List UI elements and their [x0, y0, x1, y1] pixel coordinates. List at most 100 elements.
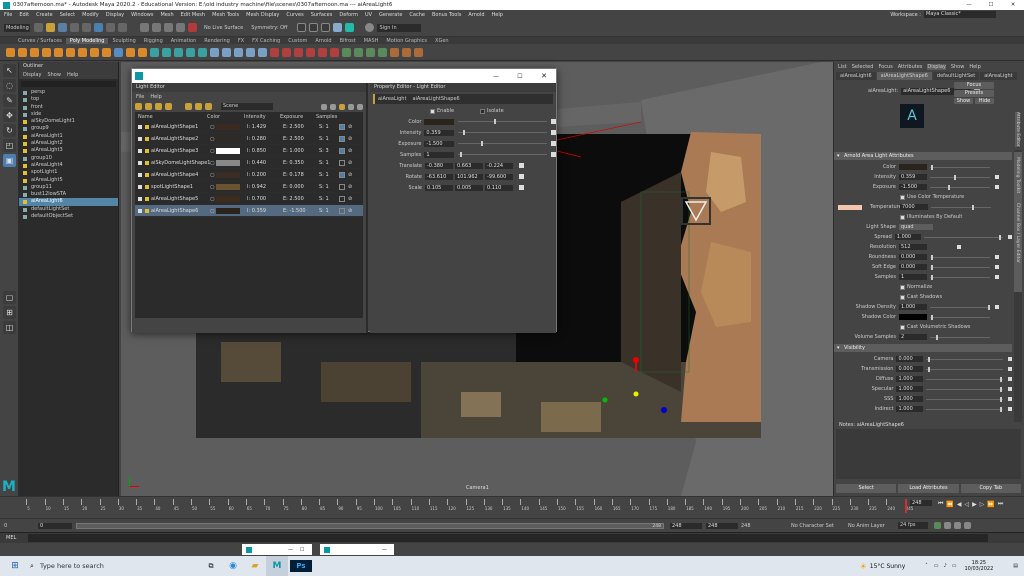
light-samples[interactable]: S: 1	[319, 136, 339, 142]
workspace-select[interactable]: Maya Classic*	[924, 11, 996, 18]
ae-volume-samples-slider[interactable]	[930, 334, 990, 340]
time-slider[interactable]: M 5 10 15 20 25 30 35 40 45 50 55 60 65 70 75 80 85 90 95 1…	[0, 479, 1024, 518]
ae-tab[interactable]: aiAreaLight6	[836, 71, 876, 80]
last-tool-icon[interactable]: ▣	[3, 154, 16, 167]
redo-icon[interactable]	[82, 23, 91, 32]
weather-text[interactable]: 15°C Sunny	[870, 563, 906, 570]
separate-icon[interactable]	[162, 47, 171, 57]
outliner-item[interactable]: bust12lowSTA	[19, 191, 118, 198]
connect-icon[interactable]	[294, 47, 303, 57]
menu-arnold[interactable]: Arnold	[468, 12, 484, 18]
ae-tab[interactable]: aiAreaLight	[980, 71, 1017, 80]
ae-section-area-light[interactable]: Arnold Area Light Attributes ▾	[834, 152, 1012, 160]
menu-display[interactable]: Display	[106, 12, 124, 18]
create-spot-light-icon[interactable]	[145, 103, 152, 110]
outliner-menu-display[interactable]: Display	[23, 72, 41, 78]
ae-camera-field[interactable]: 0.000	[896, 356, 924, 362]
step-forward-icon[interactable]: ▷	[980, 501, 985, 508]
ae-intensity-slider[interactable]	[930, 174, 990, 180]
light-row[interactable]: aiAreaLightShape3 ◯ I: 0.850 E: 1.000 S: 3 ⊘	[135, 145, 363, 157]
pe-rotate-x-field[interactable]: -63.610	[425, 173, 453, 180]
create-point-light-icon[interactable]	[155, 103, 162, 110]
ae-menu-list[interactable]: List	[838, 64, 847, 70]
rotate-tool-icon[interactable]: ↻	[3, 124, 16, 137]
outliner-item[interactable]: aiAreaLight2	[19, 140, 118, 147]
ae-diffuse-field[interactable]: 1.000	[896, 376, 924, 382]
wedge-icon[interactable]	[366, 47, 375, 57]
side-tab[interactable]: Attribute Editor	[1015, 112, 1020, 147]
ae-section-visibility[interactable]: Visibility ▾	[834, 344, 1012, 352]
select-tool-icon[interactable]: ↖	[3, 64, 16, 77]
ae-presets-button[interactable]: Presets	[954, 90, 994, 97]
playback-options-icon[interactable]	[954, 522, 961, 529]
offset-loop-icon[interactable]	[330, 47, 339, 57]
light-samples[interactable]: S: 1	[319, 196, 339, 202]
light-samples[interactable]: S: 1	[319, 124, 339, 130]
light-editor-tab[interactable]: Light Editor	[132, 83, 366, 92]
filter-icon[interactable]	[330, 103, 336, 110]
floating-window-1[interactable]: — ☐	[242, 544, 312, 555]
keyframe-icon[interactable]	[551, 152, 556, 157]
close-button[interactable]: ✕	[1002, 2, 1024, 8]
menu-windows[interactable]: Windows	[131, 12, 153, 18]
light-intensity[interactable]: I: 0.942	[247, 184, 283, 190]
range-end-field[interactable]: 248	[670, 522, 702, 529]
ae-shadow-color-swatch[interactable]	[899, 314, 927, 320]
create-directional-light-icon[interactable]	[165, 103, 172, 110]
shelf-tab-rendering[interactable]: Rendering	[200, 38, 234, 44]
ae-samples-field[interactable]: 1	[899, 274, 927, 280]
outliner-item[interactable]: defaultLightSet	[19, 206, 118, 213]
poly-torus-icon[interactable]	[54, 47, 63, 57]
taskbar-search-box[interactable]: Type here to search	[40, 562, 200, 570]
map-button-icon[interactable]	[995, 305, 999, 309]
ae-temperature-field[interactable]: 7000	[900, 204, 928, 210]
four-view-layout-icon[interactable]: ⊞	[3, 306, 16, 319]
render-settings-icon[interactable]	[321, 23, 331, 32]
combine-icon[interactable]	[150, 47, 159, 57]
ae-focus-button[interactable]: Focus	[954, 82, 994, 89]
light-enabled-checkbox[interactable]	[138, 148, 142, 153]
pe-scale-x-field[interactable]: 0.105	[425, 184, 453, 191]
poly-plane-icon[interactable]	[66, 47, 75, 57]
pe-scale-z-field[interactable]: 0.110	[485, 184, 513, 191]
ae-menu-focus[interactable]: Focus	[878, 64, 892, 70]
insert-loop-icon[interactable]	[318, 47, 327, 57]
menu-help[interactable]: Help	[492, 12, 503, 18]
menu-edit-mesh[interactable]: Edit Mesh	[181, 12, 205, 18]
ipr-render-icon[interactable]	[309, 23, 319, 32]
sweep-mesh-icon[interactable]	[114, 47, 123, 57]
ae-notes-area[interactable]	[836, 429, 1021, 479]
light-color-swatch[interactable]	[216, 183, 240, 190]
outliner-search[interactable]	[21, 81, 116, 87]
menu-mesh-display[interactable]: Mesh Display	[246, 12, 279, 18]
menu-select[interactable]: Select	[60, 12, 75, 18]
light-exposure[interactable]: E: 0.178	[283, 172, 319, 178]
ae-diffuse-slider[interactable]	[926, 376, 1004, 382]
select-object-icon[interactable]	[106, 23, 115, 32]
range-inner-start-field[interactable]: 0	[38, 522, 72, 529]
poly-cube-icon[interactable]	[18, 47, 27, 57]
ae-indirect-slider[interactable]	[926, 406, 1004, 412]
light-exposure[interactable]: E: -1.500	[283, 208, 319, 214]
outliner-item[interactable]: aiAreaLight6	[19, 198, 118, 206]
ae-transmission-slider[interactable]	[926, 366, 1004, 372]
light-visible-icon[interactable]: ⊘	[348, 148, 354, 154]
ae-shadow-color-slider[interactable]	[930, 314, 990, 320]
light-intensity[interactable]: I: 0.280	[247, 136, 283, 142]
range-bar[interactable]: 248	[76, 522, 664, 529]
menu-generate[interactable]: Generate	[379, 12, 402, 18]
outliner-item[interactable]: spotLight1	[19, 169, 118, 176]
move-tool-icon[interactable]: ✥	[3, 109, 16, 122]
collapse-icon[interactable]	[342, 47, 351, 57]
light-enabled-checkbox[interactable]	[138, 172, 142, 177]
pe-translate-z-field[interactable]: -0.224	[485, 162, 513, 169]
light-enabled-checkbox[interactable]	[138, 160, 142, 165]
shelf-tab-curves-surfaces[interactable]: Curves / Surfaces	[14, 38, 66, 44]
undo-icon[interactable]	[70, 23, 79, 32]
planar-map-icon[interactable]	[402, 47, 411, 57]
ae-show-button[interactable]: Show	[954, 98, 973, 104]
outliner-item[interactable]: aiAreaLight5	[19, 177, 118, 184]
side-tab[interactable]: Modeling Toolkit	[1015, 157, 1020, 193]
light-enabled-checkbox[interactable]	[138, 208, 142, 213]
light-exposure[interactable]: E: 2.500	[283, 124, 319, 130]
